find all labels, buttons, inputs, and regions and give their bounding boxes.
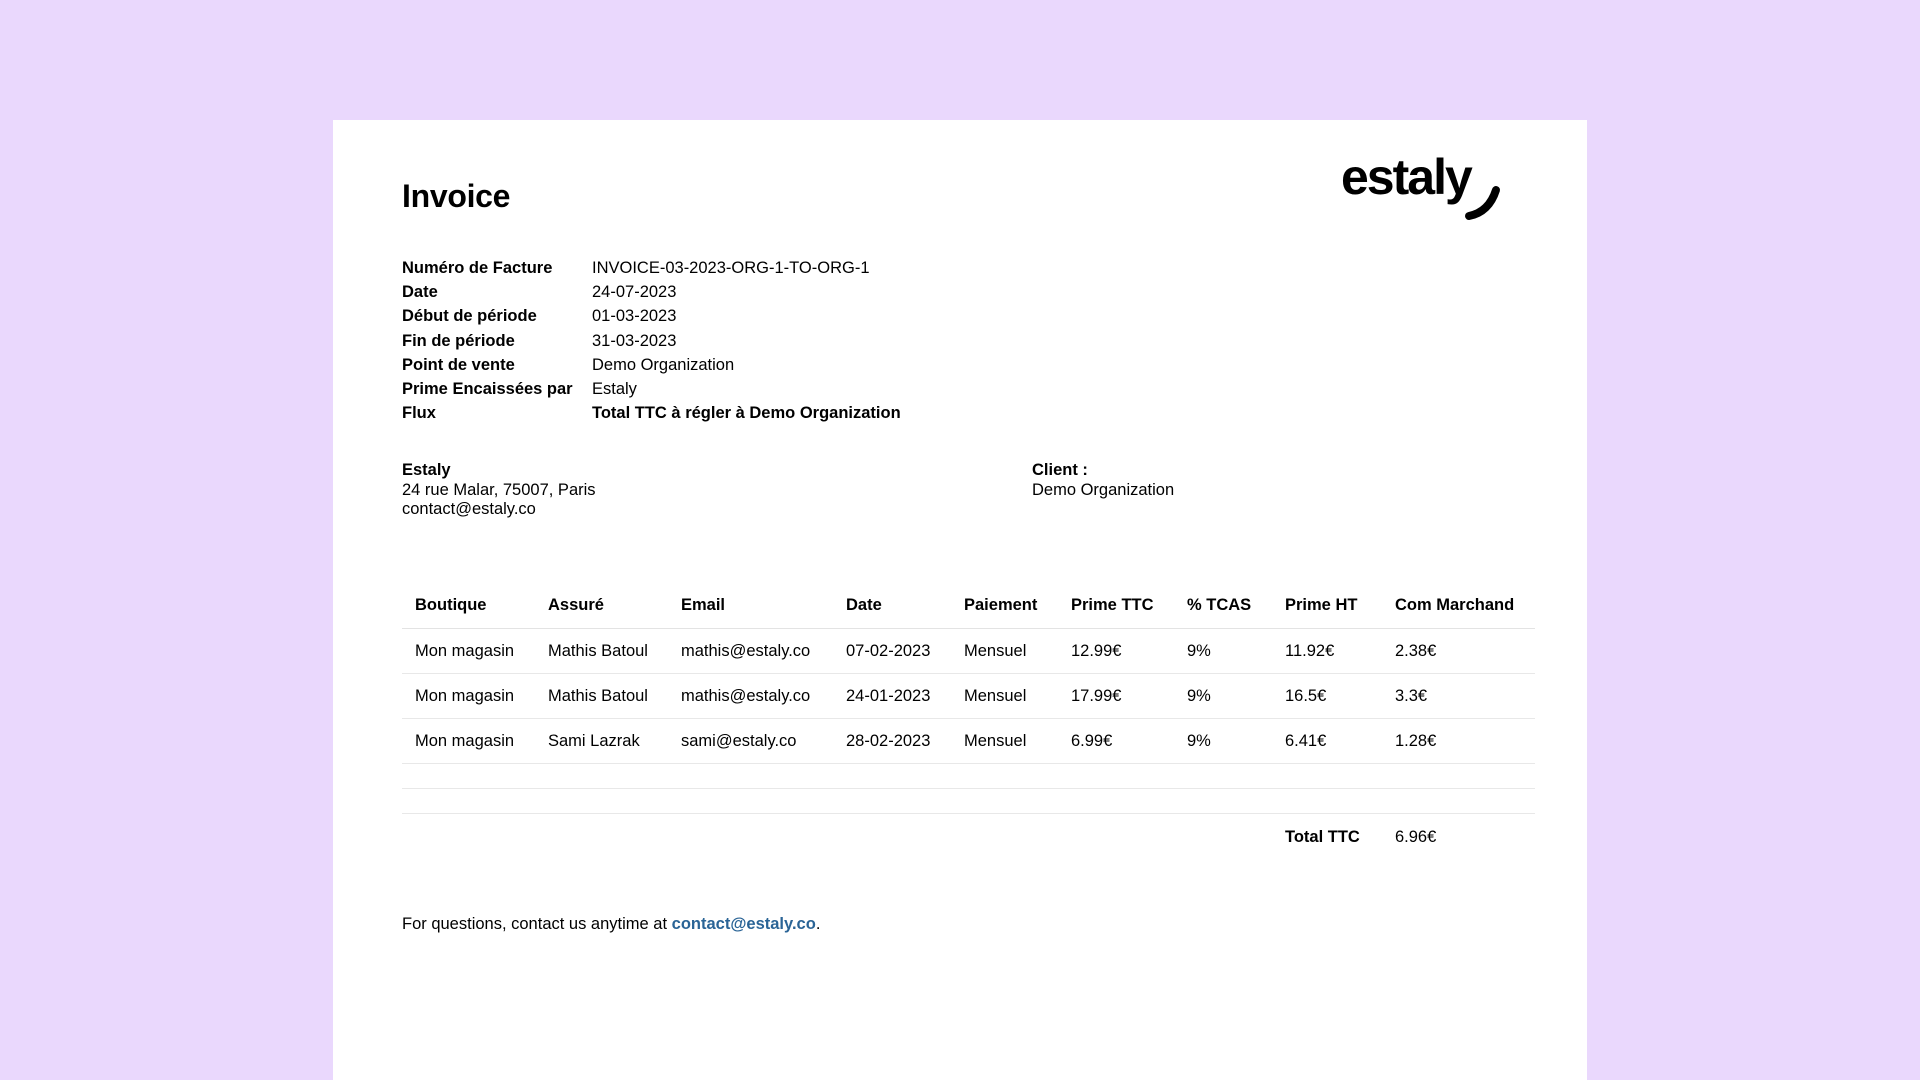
meta-value: 01-03-2023 xyxy=(592,307,677,326)
table-cell: 3.3€ xyxy=(1382,673,1535,719)
table-cell: 07-02-2023 xyxy=(833,628,951,674)
table-cell: Sami Lazrak xyxy=(535,718,668,764)
meta-row-point-of-sale: Point de vente Demo Organization xyxy=(402,353,901,377)
footer-note: For questions, contact us anytime at con… xyxy=(402,915,820,934)
client-block: Client : Demo Organization xyxy=(1032,461,1174,500)
table-cell: Mathis Batoul xyxy=(535,628,668,674)
table-cell: 9% xyxy=(1174,673,1272,719)
table-cell: Mon magasin xyxy=(402,628,535,674)
table-cell: 9% xyxy=(1174,718,1272,764)
logo-text: estaly xyxy=(1341,156,1473,205)
meta-value: Total TTC à régler à Demo Organization xyxy=(592,404,901,423)
invoice-page: Invoice estaly Numéro de Facture INVOICE… xyxy=(333,120,1587,1080)
seller-block: Estaly 24 rue Malar, 75007, Paris contac… xyxy=(402,461,596,520)
table-cell: 11.92€ xyxy=(1272,628,1382,674)
meta-label: Début de période xyxy=(402,307,537,326)
table-cell: Mensuel xyxy=(951,628,1058,674)
total-value: 6.96€ xyxy=(1395,827,1437,846)
table-cell: sami@estaly.co xyxy=(668,718,833,764)
column-header: Email xyxy=(668,583,833,629)
table-cell: 24-01-2023 xyxy=(833,673,951,719)
meta-row-period-start: Début de période 01-03-2023 xyxy=(402,304,901,328)
table-cell: 12.99€ xyxy=(1058,628,1174,674)
footer-text: For questions, contact us anytime at xyxy=(402,915,672,933)
meta-value: Estaly xyxy=(592,380,637,399)
total-label: Total TTC xyxy=(1285,827,1360,846)
footer-suffix: . xyxy=(815,915,821,933)
table-spacer-row xyxy=(402,763,1535,789)
meta-label: Point de vente xyxy=(402,355,515,374)
table-cell: 6.41€ xyxy=(1272,718,1382,764)
table-cell: 2.38€ xyxy=(1382,628,1535,674)
column-header: Paiement xyxy=(951,583,1058,629)
meta-value: 31-03-2023 xyxy=(592,331,677,350)
logo-swoosh xyxy=(1465,186,1500,220)
meta-label: Prime Encaissées par xyxy=(402,380,573,399)
table-row: Mon magasin Sami Lazrak sami@estaly.co 2… xyxy=(402,718,1535,764)
meta-label: Numéro de Facture xyxy=(402,259,553,277)
meta-value: INVOICE-03-2023-ORG-1-TO-ORG-1 xyxy=(592,259,870,277)
meta-label: Flux xyxy=(402,404,436,423)
column-header: Date xyxy=(833,583,951,629)
client-name: Demo Organization xyxy=(1032,480,1175,499)
meta-label: Fin de période xyxy=(402,331,515,350)
table-cell: Mathis Batoul xyxy=(535,673,668,719)
seller-address: 24 rue Malar, 75007, Paris xyxy=(402,480,596,499)
meta-row-date: Date 24-07-2023 xyxy=(402,280,901,304)
table-spacer-cell xyxy=(402,763,1535,789)
seller-email: contact@estaly.co xyxy=(402,500,536,518)
page-title: Invoice xyxy=(402,178,511,214)
table-cell: 6.99€ xyxy=(1058,718,1174,764)
column-header: Boutique xyxy=(402,583,535,629)
table-spacer-cell xyxy=(402,788,1535,814)
table-cell: Mensuel xyxy=(951,673,1058,719)
table-total-empty xyxy=(402,814,1272,861)
table-cell: mathis@estaly.co xyxy=(668,628,833,674)
table-row: Mon magasin Mathis Batoul mathis@estaly.… xyxy=(402,673,1535,719)
table-row: Mon magasin Mathis Batoul mathis@estaly.… xyxy=(402,628,1535,674)
table-spacer-row xyxy=(402,788,1535,814)
column-header: Prime HT xyxy=(1272,583,1382,629)
table-cell: 9% xyxy=(1174,628,1272,674)
column-header: % TCAS xyxy=(1174,583,1272,629)
meta-row-collected-by: Prime Encaissées par Estaly xyxy=(402,377,901,401)
table-cell: 16.5€ xyxy=(1272,673,1382,719)
contact-email-link[interactable]: contact@estaly.co xyxy=(672,915,816,933)
table-cell: Mensuel xyxy=(951,718,1058,764)
table-header-row: Boutique Assuré Email Date Paiement Prim… xyxy=(402,583,1535,629)
meta-row-invoice-number: Numéro de Facture INVOICE-03-2023-ORG-1-… xyxy=(402,256,901,280)
seller-name: Estaly xyxy=(402,461,451,479)
invoice-items-table: Boutique Assuré Email Date Paiement Prim… xyxy=(402,583,1535,860)
table-cell: mathis@estaly.co xyxy=(668,673,833,719)
column-header: Assuré xyxy=(535,583,668,629)
table-total-row: Total TTC 6.96€ xyxy=(402,814,1535,861)
table-cell: 17.99€ xyxy=(1058,673,1174,719)
table-cell: 28-02-2023 xyxy=(833,718,951,764)
meta-value: Demo Organization xyxy=(592,355,735,374)
meta-row-period-end: Fin de période 31-03-2023 xyxy=(402,329,901,353)
table-cell: 1.28€ xyxy=(1382,718,1535,764)
client-label: Client : xyxy=(1032,461,1088,479)
meta-value: 24-07-2023 xyxy=(592,283,677,302)
meta-row-flow: Flux Total TTC à régler à Demo Organizat… xyxy=(402,401,901,425)
estaly-logo: estaly xyxy=(1341,156,1500,220)
meta-label: Date xyxy=(402,283,438,302)
invoice-meta: Numéro de Facture INVOICE-03-2023-ORG-1-… xyxy=(402,256,901,425)
table-cell: Mon magasin xyxy=(402,718,535,764)
column-header: Com Marchand xyxy=(1382,583,1535,629)
table-cell: Mon magasin xyxy=(402,673,535,719)
column-header: Prime TTC xyxy=(1058,583,1174,629)
